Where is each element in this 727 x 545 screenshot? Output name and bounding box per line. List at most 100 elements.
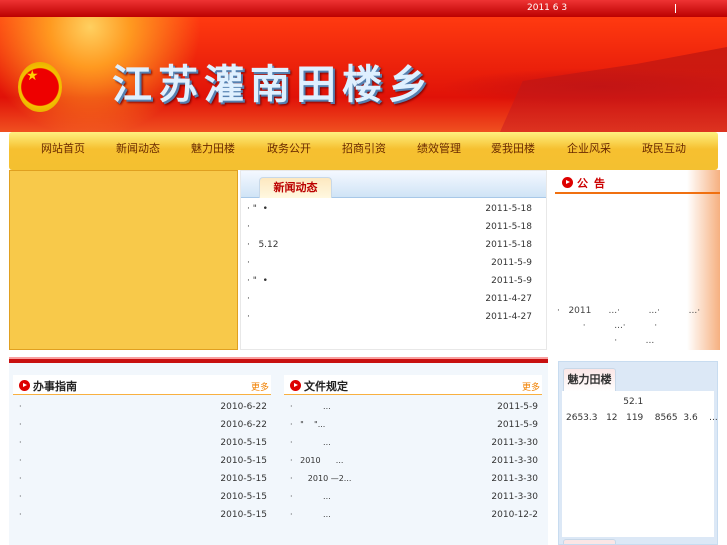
section-title: 办事指南 [33,378,77,394]
item-title[interactable]: · [19,452,22,470]
item-title[interactable]: · " • [247,272,268,290]
list-item[interactable]: · " • 2011-5-18 [241,200,546,218]
tiananmen-image [500,47,727,132]
item-title[interactable]: · [247,218,250,236]
charm-line: 2653.3 12 119 8565 3.6 ... [566,413,718,423]
item-date: 2011-3-30 [491,438,538,448]
item-title[interactable]: · [19,416,22,434]
item-title[interactable]: · ... [290,506,331,524]
list-item[interactable]: · 2010-5-15 [13,488,271,506]
tab-charm[interactable]: 魅力田楼 [563,368,616,392]
item-title[interactable]: · [19,398,22,416]
item-title[interactable]: · [247,290,250,308]
item-title[interactable]: · [19,488,22,506]
item-date: 2010-6-22 [220,402,267,412]
notice-line: · ...· · [557,321,658,331]
list-item[interactable]: · ... 2011-3-30 [284,434,542,452]
national-emblem-icon: ★ [18,62,62,112]
nav-love[interactable]: 爱我田楼 [491,140,535,156]
item-title[interactable]: · " • [247,200,268,218]
play-icon [562,177,573,188]
news-panel: 新闻动态 · " • 2011-5-18 · 2011-5-18 · 5.12 2011-… [240,170,547,350]
nav-enterprise[interactable]: 企业风采 [567,140,611,156]
list-item[interactable]: · " • 2011-5-9 [241,272,546,290]
tab-next[interactable] [563,539,616,544]
more-link[interactable]: 更多 [522,380,540,393]
item-title[interactable]: · [19,434,22,452]
item-title[interactable]: · 2010 ... [290,452,343,470]
site-title: 江苏灌南田楼乡 [112,62,434,108]
notice-line: · ... [557,336,655,346]
notice-line: · 2011 ...· ...· ...· [557,306,701,316]
item-date: 2011-3-30 [491,492,538,502]
item-date: 2011-5-18 [485,222,532,232]
item-title[interactable]: · ... [290,398,331,416]
item-date: 2011-5-18 [485,240,532,250]
list-item[interactable]: · 5.12 2011-5-18 [241,236,546,254]
item-date: 2010-12-2 [491,510,538,520]
item-date: 2010-5-15 [220,456,267,466]
nav-charm[interactable]: 魅力田楼 [191,140,235,156]
item-date: 2010-5-15 [220,510,267,520]
nav-gov-affairs[interactable]: 政务公开 [267,140,311,156]
list-item[interactable]: · 2010-5-15 [13,506,271,524]
nav-interaction[interactable]: 政民互动 [642,140,686,156]
list-item[interactable]: · " "... 2011-5-9 [284,416,542,434]
section-title: 文件规定 [304,378,348,394]
item-date: 2011-4-27 [485,294,532,304]
item-title[interactable]: · 5.12 [247,236,278,254]
item-date: 2011-5-9 [491,276,532,286]
nav-performance[interactable]: 绩效管理 [417,140,461,156]
list-item[interactable]: · ... 2011-3-30 [284,488,542,506]
item-title[interactable]: · ... [290,488,331,506]
item-date: 2010-5-15 [220,438,267,448]
item-date: 2011-5-9 [497,402,538,412]
list-item[interactable]: · 2011-4-27 [241,290,546,308]
nav-home[interactable]: 网站首页 [41,140,85,156]
list-item[interactable]: · 2010-5-15 [13,434,271,452]
site-banner: ★ 江苏灌南田楼乡 [0,17,727,132]
item-date: 2011-4-27 [485,312,532,322]
item-title[interactable]: · [19,470,22,488]
list-item[interactable]: · 2011-4-27 [241,308,546,326]
item-date: 2010-5-15 [220,474,267,484]
list-item[interactable]: · 2011-5-9 [241,254,546,272]
divider [675,4,676,13]
list-item[interactable]: · 2010 —2... 2011-3-30 [284,470,542,488]
tab-news[interactable]: 新闻动态 [259,177,332,198]
image-slideshow[interactable] [9,170,238,350]
charm-line: 52.1 [566,397,644,407]
current-date: 2011 6 3 [527,3,568,13]
item-date: 2011-3-30 [491,456,538,466]
item-title[interactable]: · [19,506,22,524]
item-title[interactable]: · " "... [290,416,325,434]
item-title[interactable]: · 2010 —2... [290,470,351,488]
notice-title: 公告 [577,177,611,190]
notice-panel: 公告 · 2011 ...· ...· ...· · ...· · · ... [555,170,720,350]
play-icon [19,380,30,391]
list-item[interactable]: · ... 2011-5-9 [284,398,542,416]
list-item[interactable]: · 2010-6-22 [13,416,271,434]
item-title[interactable]: · ... [290,434,331,452]
list-item[interactable]: · 2011-5-18 [241,218,546,236]
item-date: 2011-5-9 [497,420,538,430]
top-bar: 2011 6 3 [0,0,727,17]
item-date: 2010-6-22 [220,420,267,430]
play-icon [290,380,301,391]
nav-news[interactable]: 新闻动态 [116,140,160,156]
list-item[interactable]: · 2010-5-15 [13,452,271,470]
notice-marquee[interactable]: · 2011 ...· ...· ...· · ...· · · ... [557,304,717,349]
main-nav: 网站首页 新闻动态 魅力田楼 政务公开 招商引资 绩效管理 爱我田楼 企业风采 … [9,132,718,170]
more-link[interactable]: 更多 [251,380,269,393]
list-item[interactable]: · 2010-6-22 [13,398,271,416]
item-date: 2011-5-18 [485,204,532,214]
item-date: 2011-3-30 [491,474,538,484]
nav-investment[interactable]: 招商引资 [342,140,386,156]
item-title[interactable]: · [247,254,250,272]
guide-section: 办事指南 更多 · 2010-6-22 · 2010-6-22 · 2010-5-15 · 20… [13,375,271,524]
docs-section: 文件规定 更多 · ... 2011-5-9 · " "... 2011-5-9 · ..… [284,375,542,524]
item-title[interactable]: · [247,308,250,326]
list-item[interactable]: · 2010-5-15 [13,470,271,488]
list-item[interactable]: · 2010 ... 2011-3-30 [284,452,542,470]
list-item[interactable]: · ... 2010-12-2 [284,506,542,524]
